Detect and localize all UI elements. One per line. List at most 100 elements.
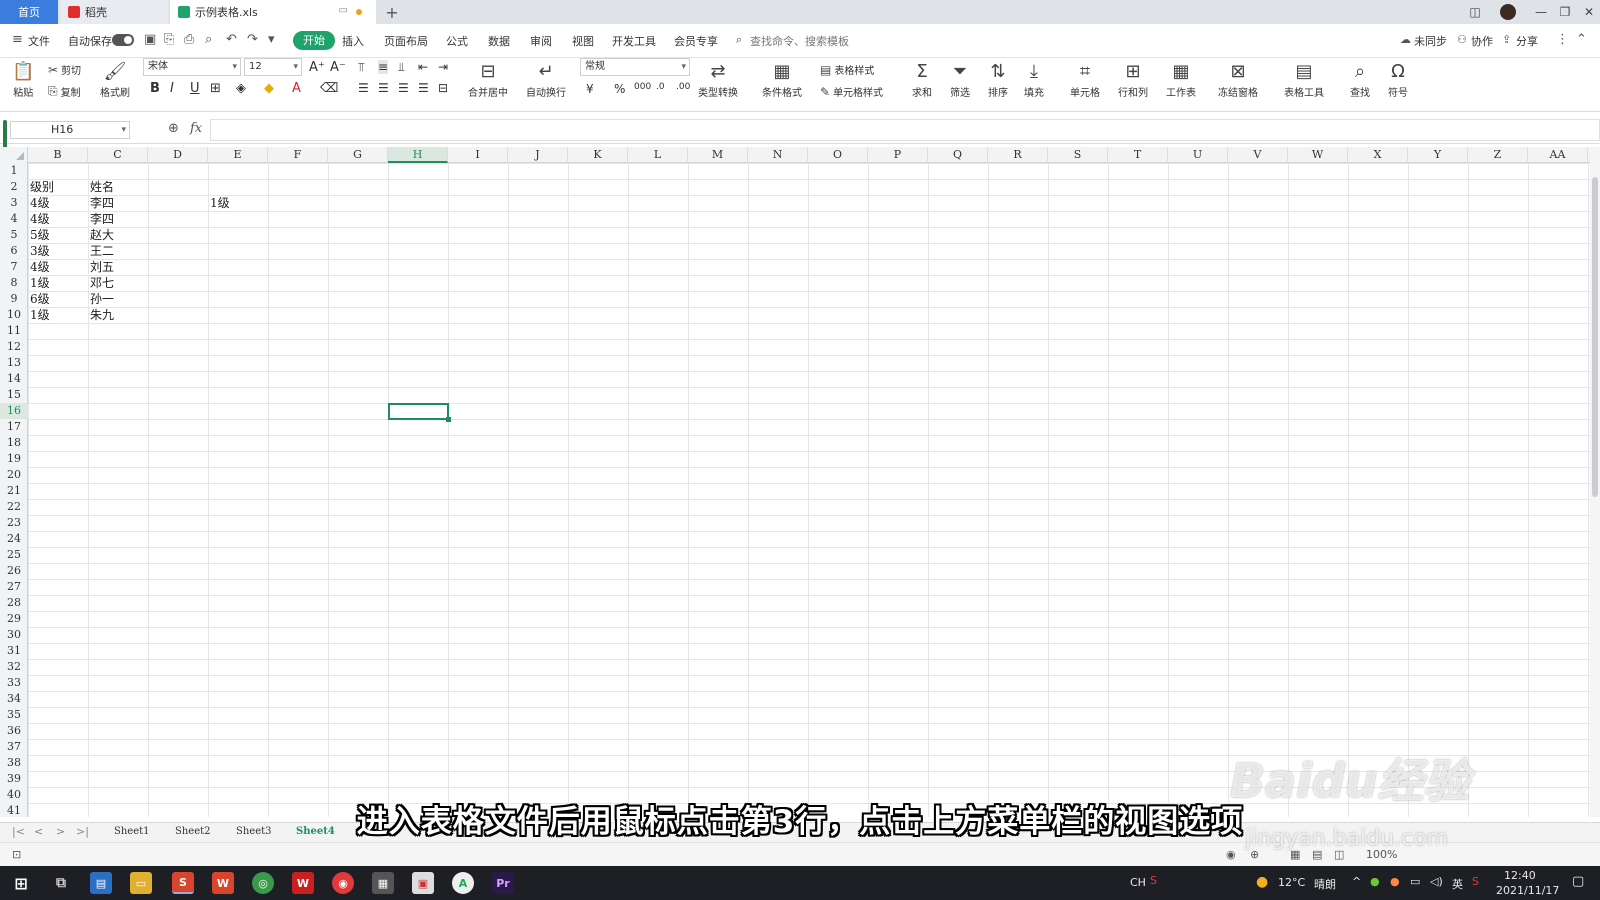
name-box[interactable]: H16 xyxy=(10,121,130,139)
fill-color-icon[interactable]: ◆ xyxy=(264,81,274,96)
column-header-i[interactable]: I xyxy=(448,147,508,163)
justify-icon[interactable]: ☰ xyxy=(418,81,429,95)
cell-c2[interactable]: 姓名 xyxy=(88,179,114,195)
decrease-font-icon[interactable]: A⁻ xyxy=(330,60,346,75)
language-indicator[interactable]: 英 xyxy=(1452,876,1463,892)
row-header-33[interactable]: 33 xyxy=(0,675,28,691)
quick-access-dropdown-icon[interactable]: ▾ xyxy=(268,32,275,47)
row-header-15[interactable]: 15 xyxy=(0,387,28,403)
sort-button[interactable]: ⇅ 排序 xyxy=(988,60,1008,99)
chrome-icon[interactable]: ◎ xyxy=(252,872,274,894)
cell-b5[interactable]: 5级 xyxy=(28,227,50,243)
cell-c4[interactable]: 李四 xyxy=(88,211,114,227)
cells-area[interactable]: 级别 姓名 4级 李四 1级 4级 李四 5级 赵大 3级 王二 4级 刘五 1级 邓七 6级 孙一 1级 朱九 xyxy=(28,163,1590,817)
wrap-text-button[interactable]: ↵ 自动换行 xyxy=(526,60,566,99)
selected-cell[interactable] xyxy=(388,403,449,420)
column-header-j[interactable]: J xyxy=(508,147,568,163)
sync-status[interactable]: 未同步 xyxy=(1414,33,1447,49)
app-icon-calendar[interactable]: ▦ xyxy=(372,872,394,894)
worksheet-button[interactable]: ▦ 工作表 xyxy=(1166,60,1196,99)
cell-c3[interactable]: 李四 xyxy=(88,195,114,211)
percent-icon[interactable]: % xyxy=(614,82,625,96)
new-tab-button[interactable]: + xyxy=(380,0,404,24)
row-header-36[interactable]: 36 xyxy=(0,723,28,739)
paste-button[interactable]: 📋 粘贴 xyxy=(12,60,34,99)
align-top-icon[interactable]: ⫪ xyxy=(358,60,365,75)
row-header-39[interactable]: 39 xyxy=(0,771,28,787)
currency-icon[interactable]: ¥ xyxy=(586,82,594,96)
collab-button[interactable]: 协作 xyxy=(1471,33,1493,49)
align-bottom-icon[interactable]: ⫫ xyxy=(398,60,405,75)
row-header-1[interactable]: 1 xyxy=(0,163,28,179)
sogou-icon[interactable]: S xyxy=(1150,874,1157,887)
row-header-26[interactable]: 26 xyxy=(0,563,28,579)
eye-protect-icon[interactable]: ◉ xyxy=(1226,848,1236,861)
italic-icon[interactable]: I xyxy=(170,81,174,96)
cell-b3[interactable]: 4级 xyxy=(28,195,50,211)
tab-home[interactable]: 首页 xyxy=(0,0,58,24)
row-header-32[interactable]: 32 xyxy=(0,659,28,675)
menu-data[interactable]: 数据 xyxy=(488,33,510,49)
align-right-icon[interactable]: ☰ xyxy=(398,81,409,95)
bold-icon[interactable]: B xyxy=(150,81,160,96)
indent-increase-icon[interactable]: ⇥ xyxy=(438,60,448,74)
menu-member[interactable]: 会员专享 xyxy=(674,33,718,49)
cell-b9[interactable]: 6级 xyxy=(28,291,50,307)
row-header-35[interactable]: 35 xyxy=(0,707,28,723)
restore-icon[interactable]: ❐ xyxy=(1552,0,1578,24)
cell-b6[interactable]: 3级 xyxy=(28,243,50,259)
column-header-h[interactable]: H xyxy=(388,147,448,163)
merge-center-button[interactable]: ⊟ 合并居中 xyxy=(468,60,508,99)
minimize-icon[interactable]: — xyxy=(1528,0,1554,24)
decrease-decimal-icon[interactable]: .00 xyxy=(676,82,690,92)
column-header-aa[interactable]: AA xyxy=(1528,147,1588,163)
command-search[interactable]: 查找命令、搜索模板 xyxy=(750,33,849,49)
vertical-scrollbar[interactable] xyxy=(1590,147,1600,817)
row-header-5[interactable]: 5 xyxy=(0,227,28,243)
cell-c9[interactable]: 孙一 xyxy=(88,291,114,307)
row-col-button[interactable]: ⊞ 行和列 xyxy=(1118,60,1148,99)
column-header-y[interactable]: Y xyxy=(1408,147,1468,163)
save-icon[interactable]: ▣ xyxy=(144,32,156,47)
clear-format-icon[interactable]: ⌫ xyxy=(320,81,338,96)
increase-font-icon[interactable]: A⁺ xyxy=(309,60,325,75)
row-header-16[interactable]: 16 xyxy=(0,403,28,419)
cell-b2[interactable]: 级别 xyxy=(28,179,54,195)
cell-style-button[interactable]: ✎ 单元格样式 xyxy=(820,84,883,100)
menu-insert[interactable]: 插入 xyxy=(342,33,364,49)
row-header-7[interactable]: 7 xyxy=(0,259,28,275)
align-middle-icon[interactable]: ≡ xyxy=(378,60,389,74)
menu-view[interactable]: 视图 xyxy=(572,33,594,49)
border-icon[interactable]: ⊞ xyxy=(210,81,221,96)
column-header-b[interactable]: B xyxy=(28,147,88,163)
fx-icon[interactable]: fx xyxy=(190,121,202,136)
premiere-icon[interactable]: Pr xyxy=(492,872,514,894)
row-header-25[interactable]: 25 xyxy=(0,547,28,563)
table-tools-button[interactable]: ▤ 表格工具 xyxy=(1284,60,1324,99)
row-header-38[interactable]: 38 xyxy=(0,755,28,771)
row-header-22[interactable]: 22 xyxy=(0,499,28,515)
close-icon[interactable]: ✕ xyxy=(1576,0,1600,24)
macro-icon[interactable]: ⊡ xyxy=(12,848,21,861)
shape-fill-icon[interactable]: ◈ xyxy=(236,81,246,96)
column-header-q[interactable]: Q xyxy=(928,147,988,163)
row-header-18[interactable]: 18 xyxy=(0,435,28,451)
column-header-d[interactable]: D xyxy=(148,147,208,163)
tray-icon-s[interactable]: S xyxy=(1472,875,1479,888)
cut-button[interactable]: ✂ 剪切 xyxy=(48,62,81,78)
tray-icon-2[interactable]: ● xyxy=(1390,875,1400,888)
undo-icon[interactable]: ↶ xyxy=(226,32,237,47)
thousands-icon[interactable]: 000 xyxy=(634,82,651,92)
window-icon[interactable]: ▭ xyxy=(339,5,348,16)
column-header-p[interactable]: P xyxy=(868,147,928,163)
column-header-f[interactable]: F xyxy=(268,147,328,163)
column-header-s[interactable]: S xyxy=(1048,147,1108,163)
tray-icon-1[interactable]: ● xyxy=(1370,875,1380,888)
cell-c6[interactable]: 王二 xyxy=(88,243,114,259)
row-header-29[interactable]: 29 xyxy=(0,611,28,627)
row-header-19[interactable]: 19 xyxy=(0,451,28,467)
row-header-4[interactable]: 4 xyxy=(0,211,28,227)
cell-e3[interactable]: 1级 xyxy=(208,195,230,211)
format-painter-button[interactable]: 🖌 格式刷 xyxy=(100,60,130,99)
cell-c7[interactable]: 刘五 xyxy=(88,259,114,275)
